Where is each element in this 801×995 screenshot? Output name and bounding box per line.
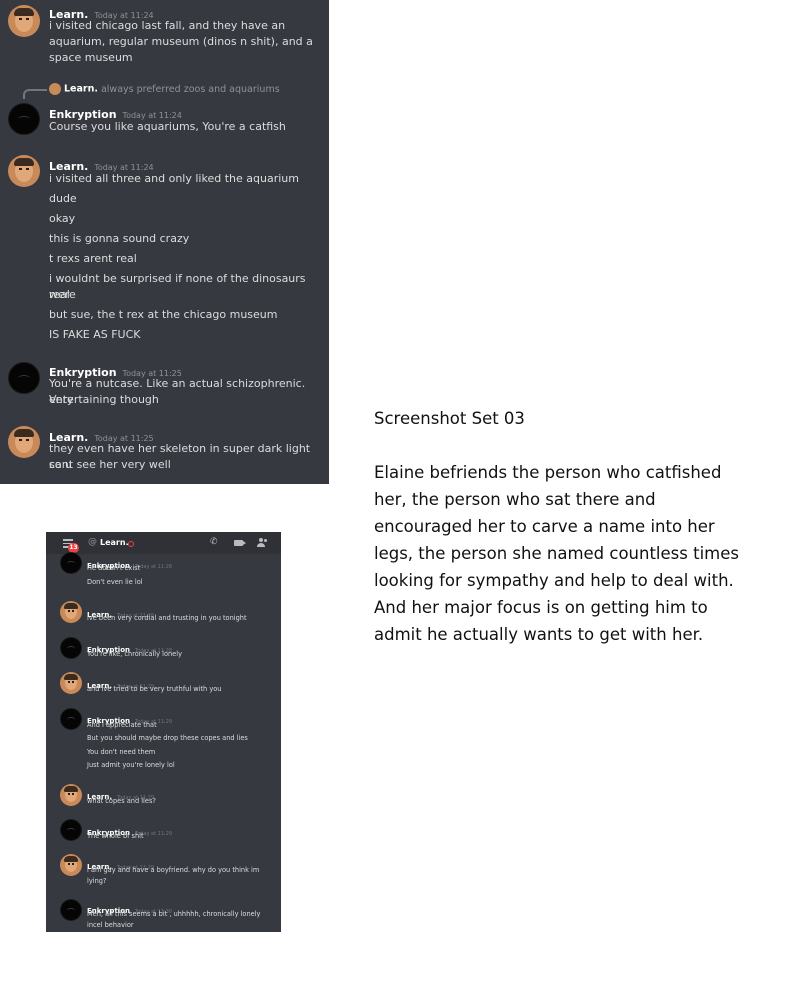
- caption-line: Elaine befriends the person who catfishe…: [374, 463, 722, 482]
- avatar-learn[interactable]: [60, 784, 82, 806]
- reply-connector: [23, 89, 47, 99]
- channel-header: 13 @ Learn. ✆: [46, 532, 281, 554]
- reply-avatar: [49, 83, 61, 95]
- reply-author: Learn.: [64, 83, 98, 95]
- message-line: i visited all three and only liked the a…: [49, 172, 299, 185]
- message-line: okay: [49, 212, 76, 225]
- reply-text: always preferred zoos and aquariums: [100, 83, 280, 95]
- message-line: But you should maybe drop these copes an…: [87, 734, 248, 742]
- caption-line: And her major focus is on getting him to: [374, 598, 708, 617]
- avatar-enkryption[interactable]: [8, 103, 40, 135]
- voice-call-icon[interactable]: ✆: [210, 537, 220, 547]
- message-line: You're like, chronically lonely: [87, 650, 182, 658]
- at-icon: @: [88, 537, 97, 547]
- message-line: aquarium, regular museum (dinos n shit),…: [49, 35, 313, 48]
- avatar-learn[interactable]: [60, 672, 82, 694]
- message-line: cant see her very well: [49, 458, 171, 471]
- caption-line: looking for sympathy and help to deal wi…: [374, 571, 734, 590]
- message-line: what copes and lies?: [87, 797, 156, 805]
- message-line: The whole bf shit: [87, 832, 144, 840]
- message-line: and ive tried to be very truthful with y…: [87, 685, 222, 693]
- message-line: real: [49, 288, 70, 301]
- caption-line: legs, the person she named countless tim…: [374, 544, 739, 563]
- avatar-enkryption[interactable]: [60, 552, 82, 574]
- avatar-learn[interactable]: [60, 601, 82, 623]
- message-line: Meh, all this seems a bit , uhhhhh, chro…: [87, 910, 261, 918]
- video-call-icon[interactable]: [234, 540, 246, 546]
- avatar-enkryption[interactable]: [60, 899, 82, 921]
- message-line: i visited chicago last fall, and they ha…: [49, 19, 286, 32]
- message-line: this is gonna sound crazy: [49, 232, 190, 245]
- message-line: i am gay and have a boyfriend. why do yo…: [87, 866, 260, 874]
- message-line: You don't need them: [87, 748, 156, 756]
- avatar-learn[interactable]: [8, 5, 40, 37]
- message-line: entertaining though: [49, 393, 159, 406]
- message-line: Don't even lie lol: [87, 578, 143, 586]
- status-dnd-icon: [128, 541, 134, 547]
- message-line: IS FAKE AS FUCK: [49, 328, 141, 341]
- message-line: Just admit you're lonely lol: [87, 761, 175, 769]
- avatar-learn[interactable]: [8, 426, 40, 458]
- message-line: dude: [49, 192, 77, 205]
- caption-title: Screenshot Set 03: [374, 409, 525, 428]
- message-line: lying?: [87, 877, 107, 885]
- avatar-enkryption[interactable]: [60, 637, 82, 659]
- message-line: incel behavior: [87, 921, 134, 929]
- caption-line: encouraged her to carve a name into her: [374, 517, 715, 536]
- members-icon[interactable]: [257, 538, 268, 548]
- avatar-learn[interactable]: [8, 155, 40, 187]
- caption-body: Elaine befriends the person who catfishe…: [374, 459, 784, 648]
- caption-block: Screenshot Set 03 Elaine befriends the p…: [374, 405, 784, 648]
- chat-panel-mobile: 13 @ Learn. ✆ Enkryption Today at 11:28 H…: [46, 532, 281, 932]
- avatar-enkryption[interactable]: [8, 362, 40, 394]
- message-line: t rexs arent real: [49, 252, 137, 265]
- avatar-learn[interactable]: [60, 854, 82, 876]
- message-line: He doesn't exist: [87, 564, 141, 572]
- reply-preview[interactable]: Learn. always preferred zoos and aquarium…: [49, 83, 280, 95]
- message-line: ive been very cordial and trusting in yo…: [87, 614, 247, 622]
- chat-panel-top: Learn. Today at 11:24 i visited chicago l…: [0, 0, 329, 484]
- message-line: Course you like aquariums, You're a catf…: [49, 120, 286, 133]
- avatar-enkryption[interactable]: [60, 819, 82, 841]
- caption-line: admit he actually wants to get with her.: [374, 625, 704, 644]
- avatar-enkryption[interactable]: [60, 708, 82, 730]
- message-line: but sue, the t rex at the chicago museum: [49, 308, 278, 321]
- message-line: And I appreciate that: [87, 721, 157, 729]
- message-line: space museum: [49, 51, 133, 64]
- caption-line: her, the person who sat there and: [374, 490, 656, 509]
- channel-name[interactable]: Learn.: [100, 538, 129, 547]
